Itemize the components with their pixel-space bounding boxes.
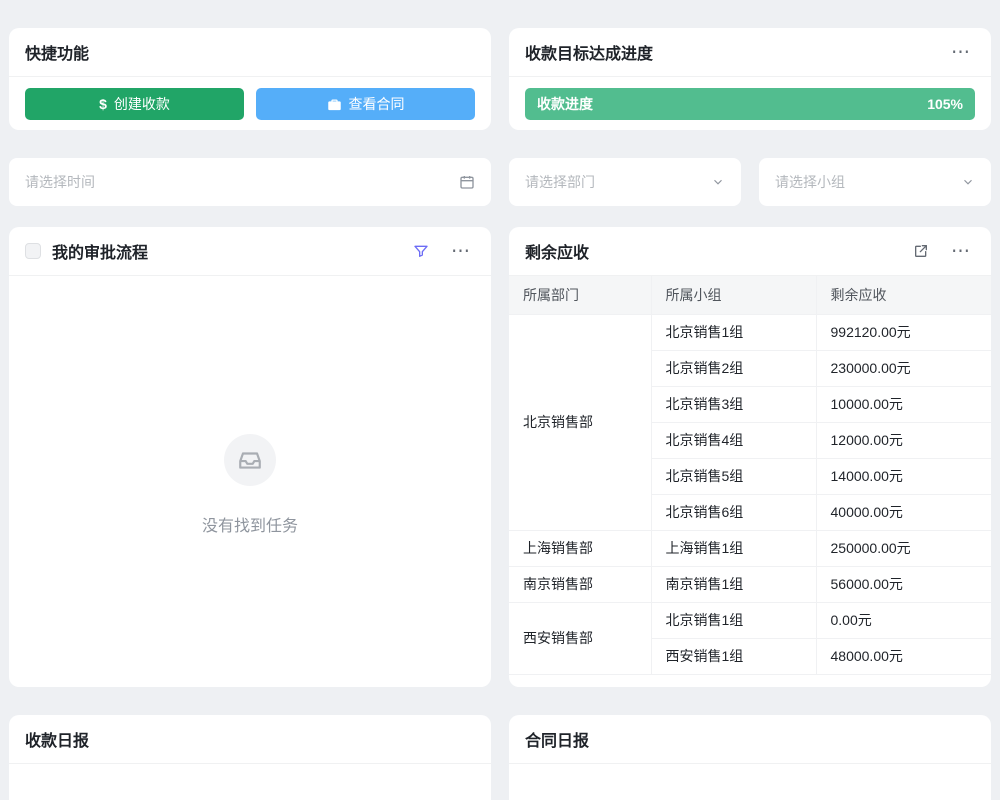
progress-bar-value: 105% [927, 96, 963, 112]
main-row: 我的审批流程 ⋯ 没有找到任务 剩余应收 [9, 227, 991, 687]
progress-header: 收款目标达成进度 ⋯ [509, 28, 991, 77]
department-select-placeholder: 请选择部门 [525, 172, 711, 192]
column-header-amount: 剩余应收 [816, 276, 991, 314]
calendar-icon [459, 174, 475, 190]
create-payment-button[interactable]: $ 创建收款 [25, 88, 244, 120]
receivables-title: 剩余应收 [525, 239, 589, 263]
more-icon[interactable]: ⋯ [947, 41, 975, 64]
amount-cell: 0.00元 [816, 602, 991, 638]
table-row: 南京销售部 南京销售1组 56000.00元 [509, 566, 991, 602]
progress-card: 收款目标达成进度 ⋯ 收款进度 105% [509, 28, 991, 130]
quick-actions-header: 快捷功能 [9, 28, 491, 77]
table-row: 西安销售部 北京销售1组 0.00元 [509, 602, 991, 638]
department-select[interactable]: 请选择部门 [509, 158, 741, 206]
empty-inbox-icon [224, 434, 276, 486]
contract-report-header: 合同日报 [509, 715, 991, 764]
receivables-card: 剩余应收 ⋯ 所属部门 所属小组 剩余应收 [509, 227, 991, 687]
column-header-dept: 所属部门 [509, 276, 651, 314]
select-all-checkbox[interactable] [25, 243, 41, 259]
filter-funnel-icon[interactable] [409, 241, 433, 261]
group-select-placeholder: 请选择小组 [775, 172, 961, 192]
column-header-group: 所属小组 [651, 276, 816, 314]
amount-cell: 10000.00元 [816, 386, 991, 422]
chevron-down-icon [711, 175, 725, 189]
approvals-header: 我的审批流程 ⋯ [9, 227, 491, 276]
group-cell: 北京销售5组 [651, 458, 816, 494]
progress-bar-label: 收款进度 [537, 94, 593, 114]
more-icon[interactable]: ⋯ [947, 240, 975, 263]
amount-cell: 14000.00元 [816, 458, 991, 494]
view-contract-label: 查看合同 [349, 94, 405, 114]
progress-body: 收款进度 105% [509, 77, 991, 130]
open-external-icon[interactable] [909, 241, 933, 261]
amount-cell: 250000.00元 [816, 530, 991, 566]
dept-cell: 北京销售部 [509, 314, 651, 530]
chevron-down-icon [961, 175, 975, 189]
approvals-title: 我的审批流程 [52, 239, 148, 263]
group-cell: 北京销售3组 [651, 386, 816, 422]
group-cell: 西安销售1组 [651, 638, 816, 674]
payment-report-header: 收款日报 [9, 715, 491, 764]
more-icon[interactable]: ⋯ [447, 240, 475, 263]
group-cell: 北京销售4组 [651, 422, 816, 458]
group-cell: 北京销售1组 [651, 602, 816, 638]
table-row: 北京销售部 北京销售1组 992120.00元 [509, 314, 991, 350]
group-cell: 上海销售1组 [651, 530, 816, 566]
bottom-row: 收款日报 合同日报 [9, 715, 991, 800]
approvals-card: 我的审批流程 ⋯ 没有找到任务 [9, 227, 491, 687]
receivables-header: 剩余应收 ⋯ [509, 227, 991, 276]
amount-cell: 40000.00元 [816, 494, 991, 530]
receivables-table: 所属部门 所属小组 剩余应收 北京销售部 北京销售1组 992120.00元 北… [509, 276, 991, 675]
dept-cell: 上海销售部 [509, 530, 651, 566]
time-picker-placeholder: 请选择时间 [25, 172, 459, 192]
time-picker-input[interactable]: 请选择时间 [9, 158, 491, 206]
group-select[interactable]: 请选择小组 [759, 158, 991, 206]
amount-cell: 230000.00元 [816, 350, 991, 386]
group-cell: 北京销售1组 [651, 314, 816, 350]
payment-report-title: 收款日报 [25, 727, 89, 751]
top-row: 快捷功能 $ 创建收款 查看合同 收款目标达成进度 ⋯ [9, 28, 991, 130]
view-contract-button[interactable]: 查看合同 [256, 88, 475, 120]
group-cell: 北京销售2组 [651, 350, 816, 386]
group-cell: 南京销售1组 [651, 566, 816, 602]
amount-cell: 12000.00元 [816, 422, 991, 458]
dollar-icon: $ [99, 96, 107, 112]
contract-report-title: 合同日报 [525, 727, 589, 751]
dept-cell: 南京销售部 [509, 566, 651, 602]
quick-actions-body: $ 创建收款 查看合同 [9, 77, 491, 130]
amount-cell: 992120.00元 [816, 314, 991, 350]
briefcase-icon [327, 97, 342, 112]
dashboard-page: 快捷功能 $ 创建收款 查看合同 收款目标达成进度 ⋯ [0, 0, 1000, 800]
create-payment-label: 创建收款 [114, 94, 170, 114]
table-header-row: 所属部门 所属小组 剩余应收 [509, 276, 991, 314]
amount-cell: 56000.00元 [816, 566, 991, 602]
quick-actions-card: 快捷功能 $ 创建收款 查看合同 [9, 28, 491, 130]
payment-report-card: 收款日报 [9, 715, 491, 800]
filter-row: 请选择时间 请选择部门 请选择小组 [9, 158, 991, 206]
table-row: 上海销售部 上海销售1组 250000.00元 [509, 530, 991, 566]
empty-state-text: 没有找到任务 [202, 512, 298, 536]
amount-cell: 48000.00元 [816, 638, 991, 674]
select-pair: 请选择部门 请选择小组 [509, 158, 991, 206]
group-cell: 北京销售6组 [651, 494, 816, 530]
dept-cell: 西安销售部 [509, 602, 651, 674]
approvals-empty-state: 没有找到任务 [9, 276, 491, 687]
contract-report-card: 合同日报 [509, 715, 991, 800]
progress-bar: 收款进度 105% [525, 88, 975, 120]
progress-title: 收款目标达成进度 [525, 40, 653, 64]
quick-actions-title: 快捷功能 [25, 40, 89, 64]
